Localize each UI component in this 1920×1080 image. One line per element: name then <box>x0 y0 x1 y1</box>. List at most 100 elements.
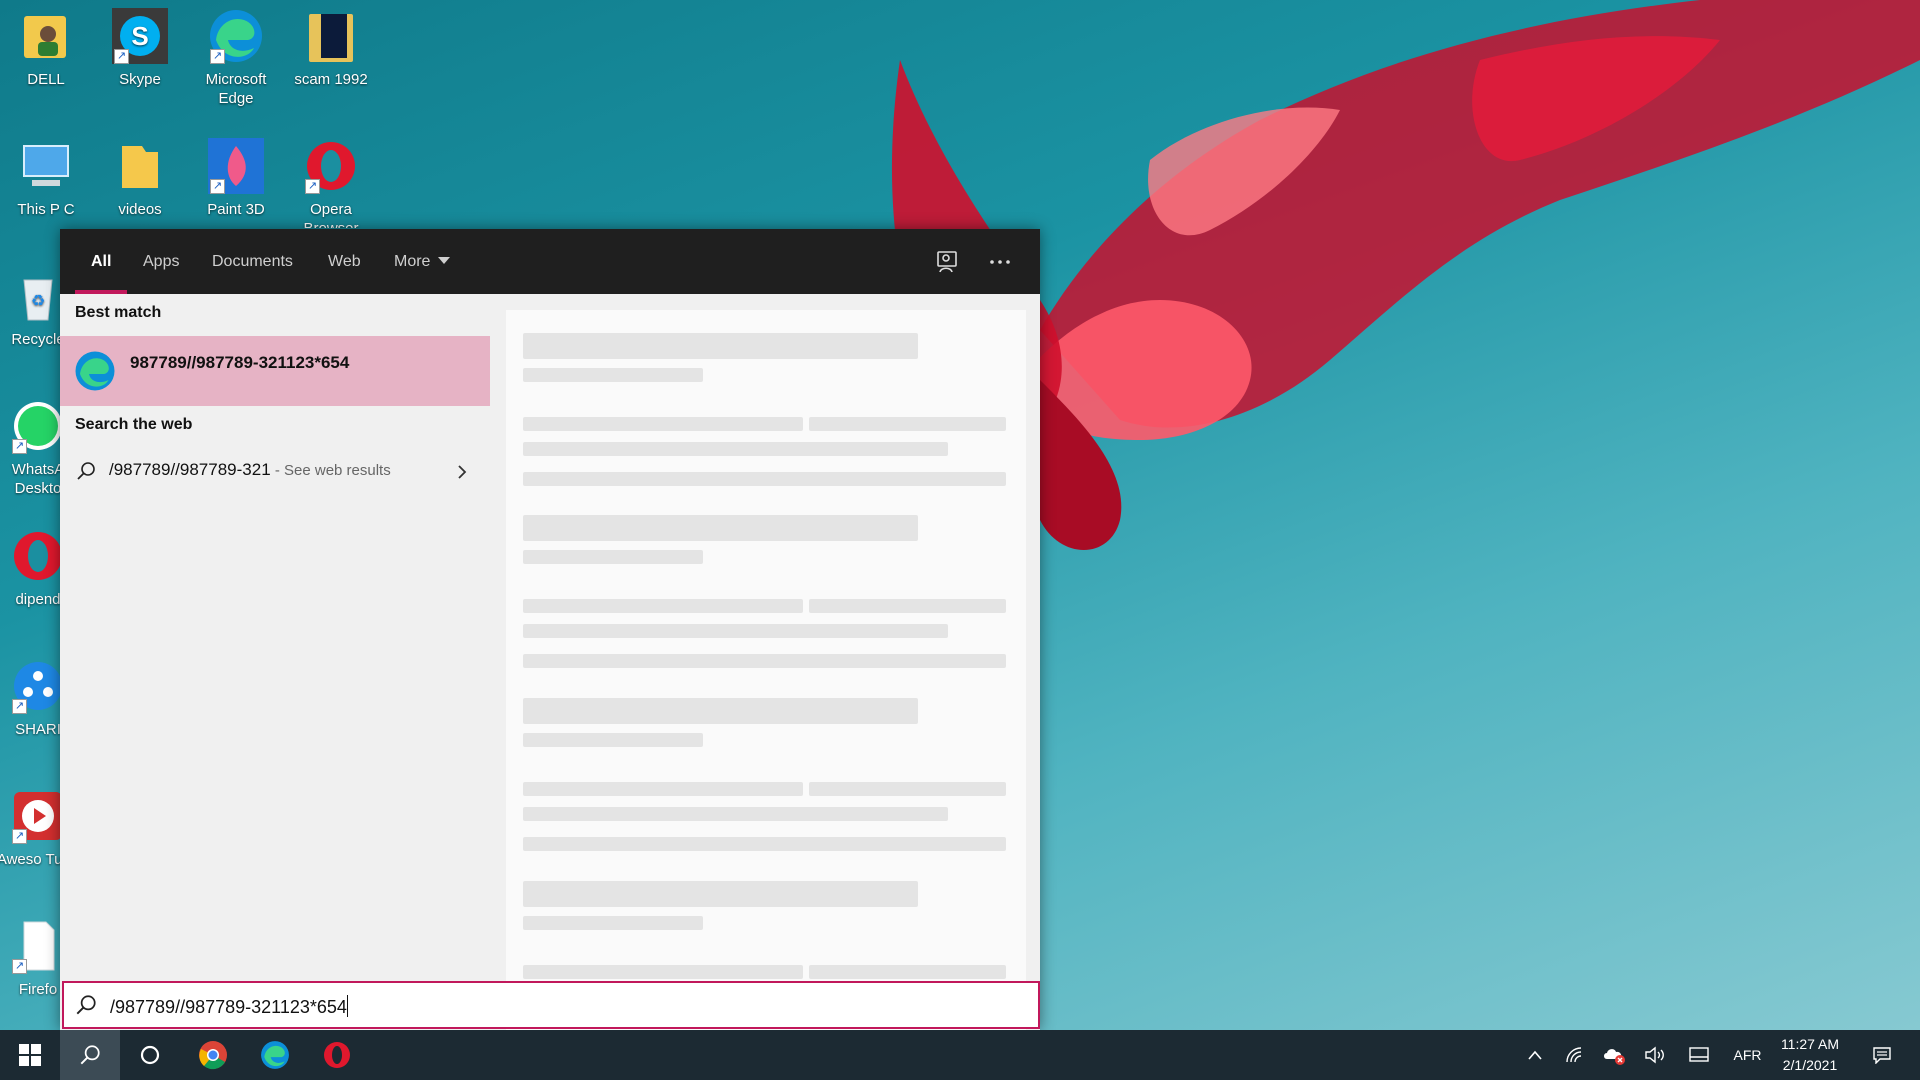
desktop-icon-label: Paint 3D <box>207 201 265 218</box>
shortcut-arrow-icon: ↗ <box>210 49 225 64</box>
volume-tray[interactable] <box>1640 1030 1670 1080</box>
wifi-icon <box>1566 1047 1582 1063</box>
desktop-icon-label: Opera Browser <box>303 201 358 228</box>
skeleton-line <box>523 472 1006 486</box>
desktop-icon-skype[interactable]: S ↗ Skype <box>96 8 184 89</box>
tab-documents[interactable]: Documents <box>196 229 309 294</box>
preview-pane-loading <box>506 310 1026 1030</box>
chevron-down-icon <box>438 257 451 264</box>
svg-text:S: S <box>131 21 148 51</box>
see-web-results-label: See web results <box>284 462 391 479</box>
skeleton-line <box>523 733 703 747</box>
clock-time: 11:27 AM <box>1780 1036 1840 1052</box>
tab-label: Web <box>328 253 361 270</box>
results-pane: Best match 987789//987789-321123*654 Sea… <box>60 294 490 1030</box>
search-icon <box>77 462 95 480</box>
search-flyout: All Apps Documents Web More Best match 9… <box>60 229 1040 1030</box>
best-match-heading: Best match <box>75 304 162 321</box>
start-button[interactable] <box>0 1030 60 1080</box>
web-query-separator: - <box>270 462 284 479</box>
desktop-icon-label: Skype <box>119 71 161 88</box>
taskbar-edge[interactable] <box>245 1030 305 1080</box>
taskbar-search-button[interactable] <box>60 1030 120 1080</box>
this-pc-icon <box>23 145 69 186</box>
clock[interactable]: 11:27 AM 2/1/2021 <box>1770 1034 1850 1076</box>
desktop-icon-label: Recycle <box>11 331 65 348</box>
speaker-icon <box>1645 1046 1664 1064</box>
shortcut-arrow-icon: ↗ <box>305 179 320 194</box>
notification-icon <box>1873 1047 1891 1064</box>
windows-logo-icon <box>19 1044 41 1066</box>
shortcut-arrow-icon: ↗ <box>12 959 27 974</box>
feedback-icon[interactable] <box>933 248 961 276</box>
recycle-bin-icon: ♻ <box>23 279 53 321</box>
skeleton-line <box>523 515 918 541</box>
onedrive-tray[interactable] <box>1598 1030 1630 1080</box>
skeleton-line <box>809 599 1006 613</box>
input-language[interactable]: AFR <box>1725 1030 1770 1080</box>
skeleton-line <box>809 965 1006 979</box>
skeleton-line <box>523 807 948 821</box>
tablet-mode-tray[interactable] <box>1683 1030 1715 1080</box>
tab-label: Documents <box>212 253 293 270</box>
web-search-suggestion[interactable]: /987789//987789-321 - See web results <box>60 449 490 493</box>
skeleton-line <box>523 368 703 382</box>
shortcut-arrow-icon: ↗ <box>114 49 129 64</box>
web-query-text: /987789//987789-321 <box>109 460 271 479</box>
skeleton-line <box>523 333 918 359</box>
show-hidden-icons[interactable] <box>1520 1030 1550 1080</box>
user-folder-icon <box>24 16 66 58</box>
search-web-heading: Search the web <box>75 416 193 433</box>
svg-text:♻: ♻ <box>31 291 45 310</box>
tab-web[interactable]: Web <box>312 229 377 294</box>
video-file-icon <box>309 14 353 62</box>
desktop-icon-label: scam 1992 <box>294 71 368 88</box>
tab-label: Apps <box>143 253 180 270</box>
search-input[interactable]: /987789//987789-321123*654 <box>62 981 1040 1029</box>
best-match-title: 987789//987789-321123*654 <box>130 353 350 372</box>
desktop-icon-paint-3d[interactable]: ↗ Paint 3D <box>192 138 280 219</box>
folder-icon <box>122 146 158 188</box>
tab-more[interactable]: More <box>378 229 466 294</box>
desktop-icon-dell[interactable]: DELL <box>2 8 90 89</box>
best-match-result[interactable]: 987789//987789-321123*654 <box>60 336 490 406</box>
desktop-icon-label: videos <box>118 201 162 218</box>
taskbar-opera[interactable] <box>307 1030 367 1080</box>
taskbar: AFR 11:27 AM 2/1/2021 <box>0 1030 1920 1080</box>
search-icon <box>80 1045 100 1065</box>
skeleton-line <box>523 442 948 456</box>
desktop-icon-this-pc[interactable]: This P C <box>2 138 90 219</box>
cortana-button[interactable] <box>120 1030 180 1080</box>
desktop-icon-opera-browser[interactable]: ↗ Opera Browser <box>287 138 375 228</box>
desktop-icon-microsoft-edge[interactable]: ↗ Microsoft Edge <box>192 8 280 108</box>
skeleton-line <box>523 624 948 638</box>
skeleton-line <box>809 782 1006 796</box>
skeleton-line <box>523 916 703 930</box>
shortcut-arrow-icon: ↗ <box>12 699 27 714</box>
shortcut-arrow-icon: ↗ <box>210 179 225 194</box>
opera-icon <box>14 532 62 580</box>
display-icon <box>1689 1047 1709 1062</box>
desktop-icon-videos[interactable]: videos <box>96 138 184 219</box>
shortcut-arrow-icon: ↗ <box>12 439 27 454</box>
network-tray[interactable] <box>1560 1030 1590 1080</box>
desktop-icon-label: Firefo <box>18 981 58 998</box>
skeleton-line <box>809 417 1006 431</box>
tab-apps[interactable]: Apps <box>127 229 195 294</box>
tab-all[interactable]: All <box>75 229 128 294</box>
desktop-icon-scam-1992[interactable]: scam 1992 <box>287 8 375 89</box>
clock-date: 2/1/2021 <box>1782 1057 1838 1073</box>
search-icon <box>76 995 96 1015</box>
text-cursor <box>346 995 348 1017</box>
skeleton-line <box>523 881 918 907</box>
skeleton-line <box>523 654 1006 668</box>
skeleton-line <box>523 599 803 613</box>
taskbar-chrome[interactable] <box>183 1030 243 1080</box>
chevron-up-icon <box>1528 1050 1542 1060</box>
more-options-icon[interactable] <box>986 248 1014 276</box>
skeleton-line <box>523 837 1006 851</box>
skeleton-line <box>523 550 703 564</box>
tab-label: All <box>91 253 112 270</box>
action-center-button[interactable] <box>1862 1030 1902 1080</box>
skeleton-line <box>523 417 803 431</box>
